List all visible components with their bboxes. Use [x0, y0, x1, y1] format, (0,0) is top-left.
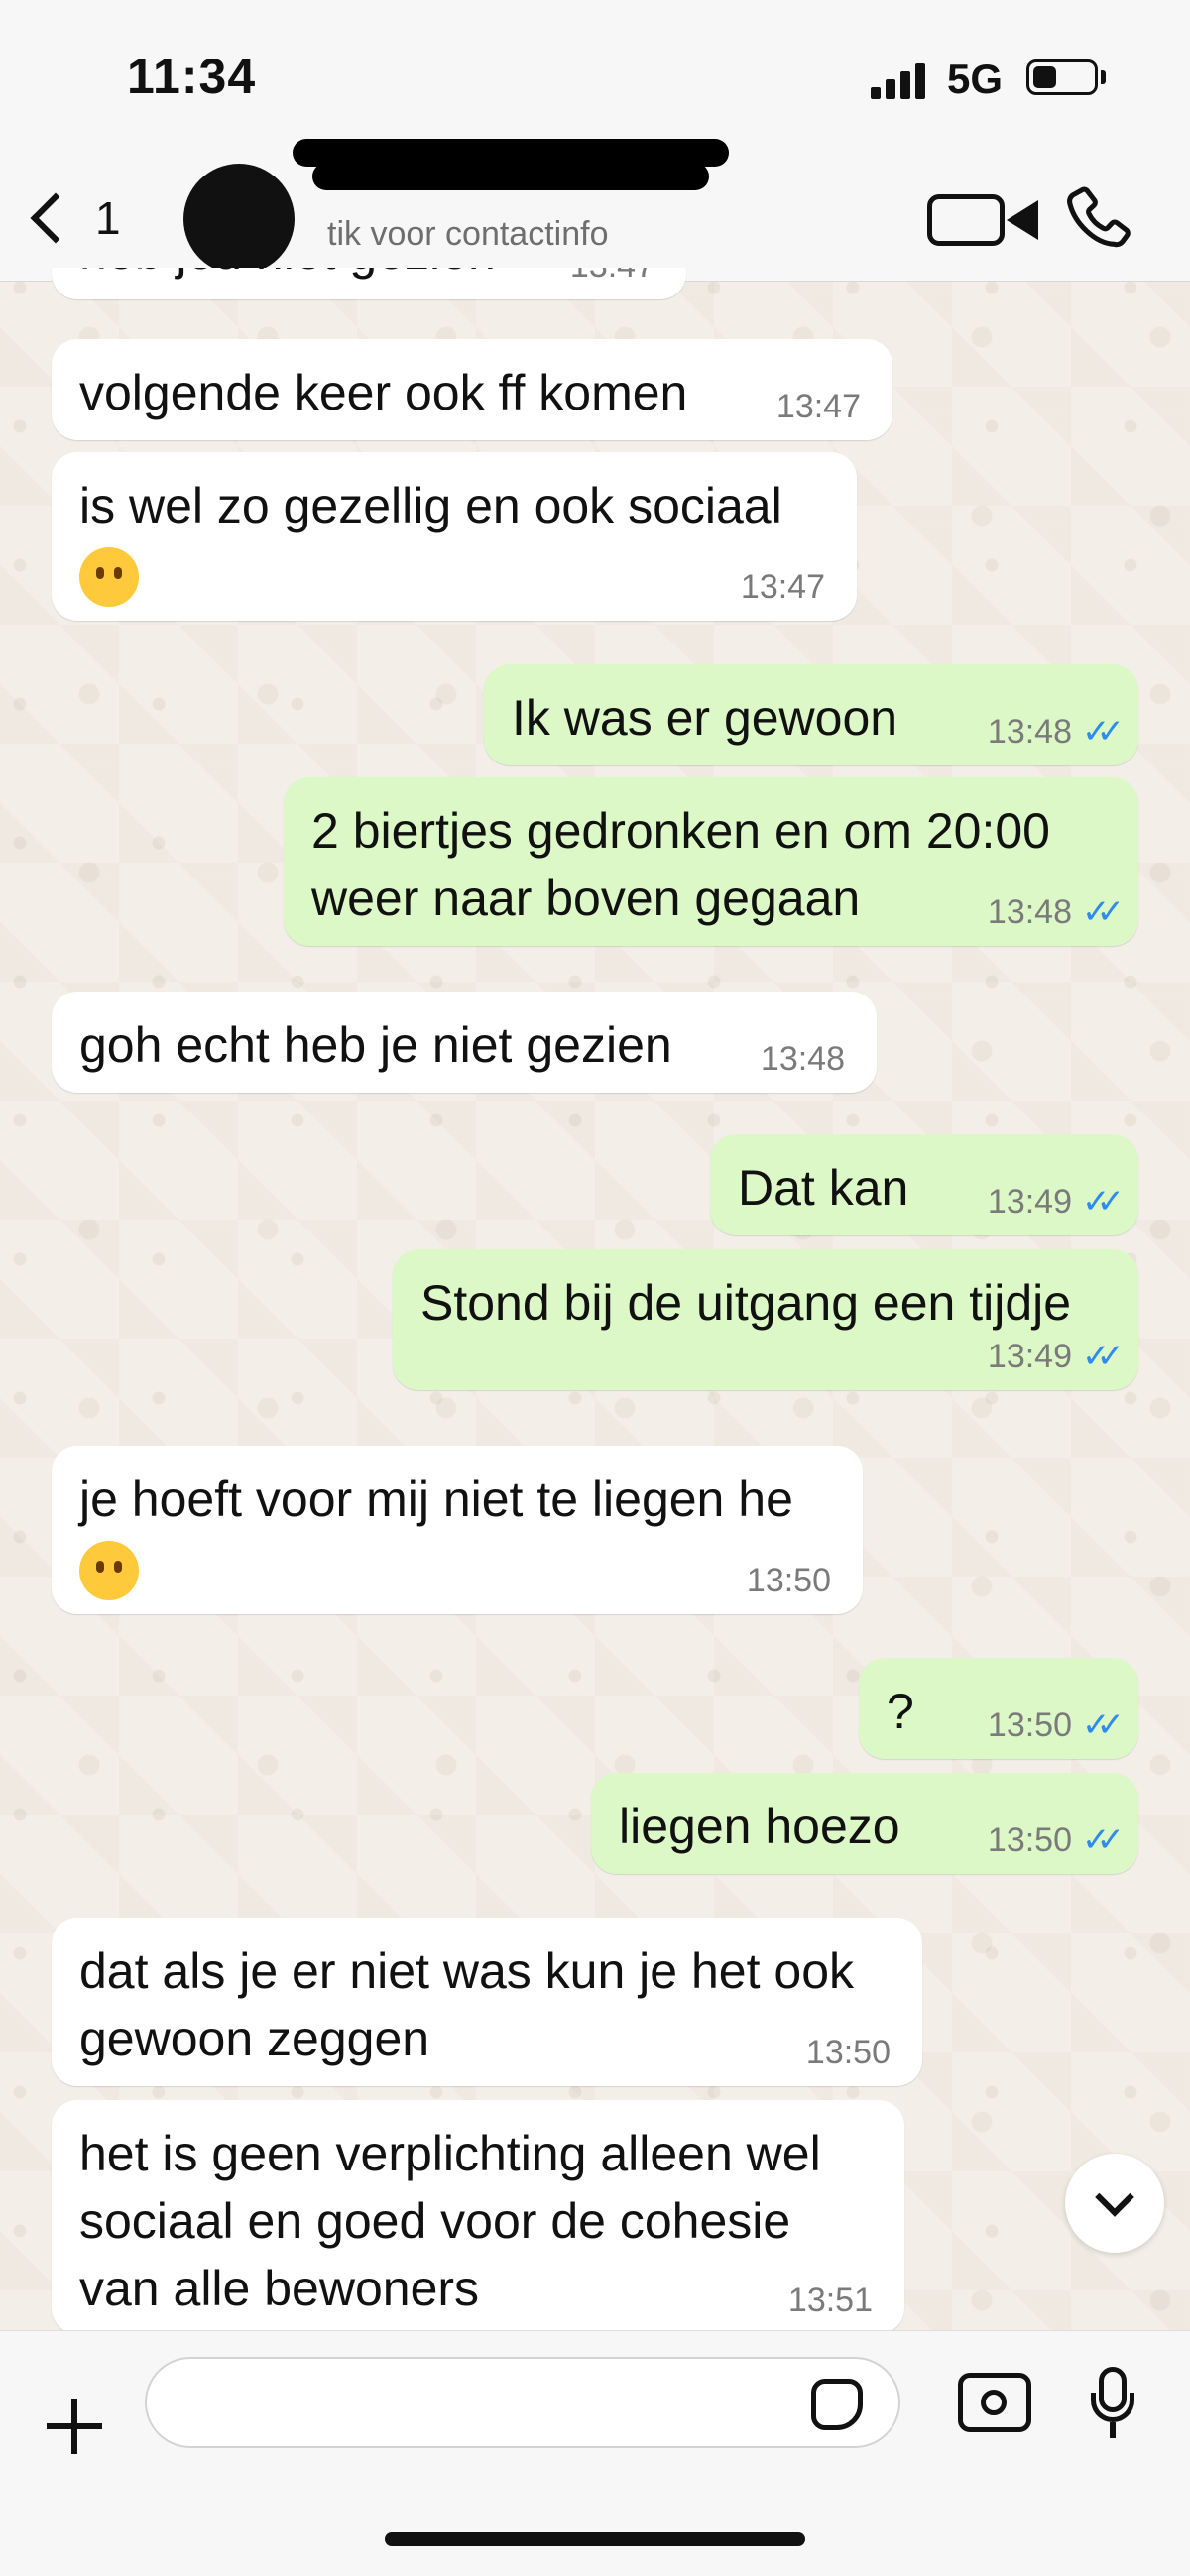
- message-time-value: 13:50: [987, 1821, 1073, 1859]
- message-time: 13:47: [570, 268, 654, 286]
- message-bubble-outgoing[interactable]: Stond bij de uitgang een tijdje 13:49 ✓✓: [393, 1249, 1138, 1390]
- message-text: heb jou niet gezien: [79, 268, 496, 280]
- message-bubble-outgoing[interactable]: Dat kan 13:49 ✓✓: [710, 1134, 1138, 1235]
- message-time-value: 13:48: [987, 893, 1073, 931]
- message-bubble-incoming[interactable]: het is geen verplichting alleen wel soci…: [52, 2100, 904, 2330]
- status-time: 11:34: [127, 49, 257, 104]
- winking-face-emoji: [79, 546, 139, 607]
- message-text: goh echt heb je niet gezien: [79, 1017, 672, 1073]
- message-bubble-incoming[interactable]: dat als je er niet was kun je het ook ge…: [52, 1918, 922, 2086]
- chevron-left-icon: [30, 192, 81, 244]
- message-bubble-outgoing[interactable]: 2 biertjes gedronken en om 20:00 weer na…: [284, 777, 1138, 946]
- message-text: ?: [887, 1684, 914, 1739]
- message-bubble-incoming[interactable]: is wel zo gezellig en ook sociaal 13:47: [52, 452, 857, 621]
- phone-icon: [1067, 186, 1130, 248]
- message-text: je hoeft voor mij niet te liegen he: [79, 1471, 793, 1527]
- message-bubble-outgoing[interactable]: Ik was er gewoon 13:48 ✓✓: [484, 664, 1138, 765]
- read-ticks-icon: ✓✓: [1082, 893, 1125, 931]
- message-text: Dat kan: [738, 1160, 909, 1216]
- message-bubble-incoming[interactable]: volgende keer ook ff komen 13:47: [52, 339, 892, 440]
- battery-tip: [1101, 70, 1106, 84]
- message-time: 13:47: [740, 568, 825, 606]
- chat-header: 1 tik voor contactinfo: [0, 139, 1190, 282]
- message-time-value: 13:49: [987, 1338, 1073, 1375]
- message-time: 13:50 ✓✓: [987, 1820, 1125, 1860]
- message-time: 13:50: [746, 1562, 831, 1599]
- chevron-down-icon: [1095, 2177, 1134, 2217]
- read-ticks-icon: ✓✓: [1082, 1183, 1125, 1221]
- avatar[interactable]: [183, 164, 295, 275]
- read-ticks-icon: ✓✓: [1082, 1821, 1125, 1859]
- video-camera-icon: [927, 194, 1005, 246]
- signal-icon: [871, 61, 928, 99]
- message-time: 13:48 ✓✓: [987, 712, 1125, 752]
- message-text: dat als je er niet was kun je het ook ge…: [79, 1943, 855, 2066]
- contact-info-hint[interactable]: tik voor contactinfo: [327, 215, 608, 254]
- unread-count: 1: [95, 192, 121, 244]
- message-time-value: 13:48: [987, 713, 1073, 751]
- home-indicator[interactable]: [385, 2532, 805, 2546]
- microphone-base: [1110, 2422, 1116, 2438]
- message-time: 13:48: [760, 1040, 845, 1078]
- message-time: 13:48 ✓✓: [987, 892, 1125, 932]
- message-text: liegen hoezo: [619, 1799, 900, 1854]
- message-text: Ik was er gewoon: [512, 690, 898, 746]
- contact-name-redacted[interactable]: [293, 129, 739, 208]
- message-time: 13:49 ✓✓: [987, 1182, 1125, 1222]
- message-time: 13:51: [787, 2282, 873, 2319]
- attach-button[interactable]: [40, 2391, 109, 2460]
- sticker-icon[interactable]: [811, 2379, 863, 2430]
- message-time-value: 13:50: [987, 1706, 1073, 1744]
- message-list[interactable]: heb jou niet gezien 13:47 volgende keer …: [0, 268, 1190, 2330]
- message-text: is wel zo gezellig en ook sociaal: [79, 478, 782, 533]
- message-time: 13:50: [805, 2034, 891, 2071]
- message-bubble-outgoing[interactable]: ? 13:50 ✓✓: [859, 1658, 1138, 1759]
- message-bubble-incoming[interactable]: heb jou niet gezien 13:47: [52, 268, 686, 299]
- video-lens-shape: [1007, 200, 1038, 240]
- video-call-button[interactable]: [927, 188, 1051, 254]
- message-input[interactable]: [145, 2357, 900, 2448]
- message-text: Stond bij de uitgang een tijdje: [420, 1275, 1072, 1331]
- read-ticks-icon: ✓✓: [1082, 1338, 1125, 1375]
- message-time: 13:47: [775, 388, 861, 425]
- read-ticks-icon: ✓✓: [1082, 1706, 1125, 1744]
- message-time-value: 13:49: [987, 1183, 1073, 1221]
- back-button[interactable]: 1: [20, 178, 121, 258]
- camera-button[interactable]: [958, 2373, 1031, 2432]
- message-bubble-incoming[interactable]: goh echt heb je niet gezien 13:48: [52, 992, 877, 1093]
- microphone-button[interactable]: [1091, 2367, 1134, 2440]
- microphone-stand: [1091, 2393, 1134, 2422]
- network-type: 5G: [947, 56, 1004, 102]
- battery-icon: [1026, 59, 1098, 95]
- message-text: 2 biertjes gedronken en om 20:00 weer na…: [311, 803, 1050, 926]
- message-text: volgende keer ook ff komen: [79, 365, 688, 420]
- voice-call-button[interactable]: [1061, 181, 1136, 257]
- read-ticks-icon: ✓✓: [1082, 713, 1125, 751]
- scroll-to-bottom-button[interactable]: [1065, 2154, 1164, 2253]
- message-bubble-incoming[interactable]: je hoeft voor mij niet te liegen he 13:5…: [52, 1446, 863, 1614]
- message-time: 13:50 ✓✓: [987, 1705, 1125, 1745]
- message-text: het is geen verplichting alleen wel soci…: [79, 2126, 821, 2316]
- message-bubble-outgoing[interactable]: liegen hoezo 13:50 ✓✓: [591, 1773, 1138, 1874]
- message-time: 13:49 ✓✓: [987, 1337, 1125, 1376]
- rolling-on-floor-laughing-emoji: [79, 1540, 139, 1600]
